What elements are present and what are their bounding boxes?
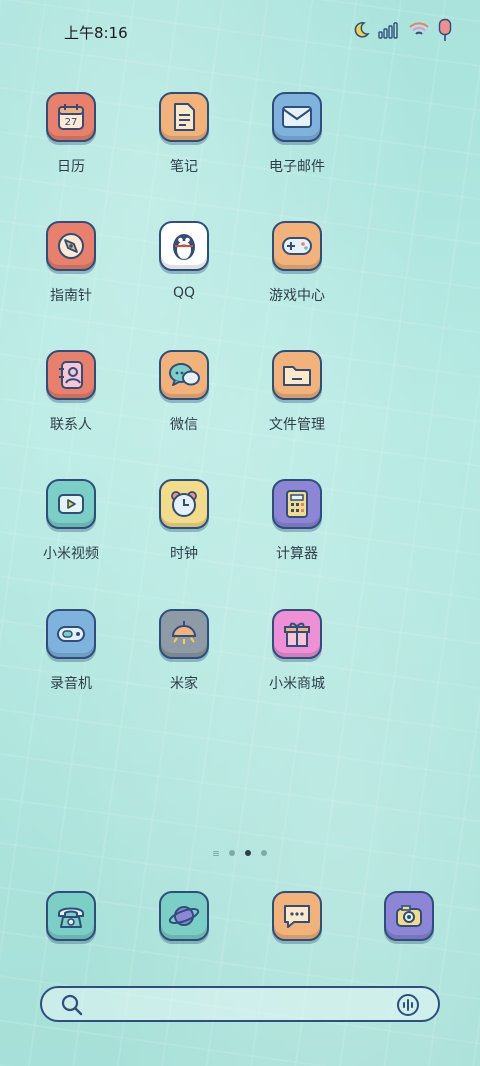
app-label: 录音机: [50, 676, 92, 692]
app-label: 笔记: [170, 159, 198, 175]
gift-icon: [272, 609, 322, 659]
compass-icon: [46, 221, 96, 271]
app-label: 米家: [170, 676, 198, 692]
app-label: 时钟: [170, 546, 198, 562]
folder-icon: [272, 350, 322, 400]
search-icon[interactable]: [60, 993, 84, 1017]
lamp-icon: [159, 609, 209, 659]
app-wechat[interactable]: 微信: [129, 350, 239, 434]
notes-icon: [159, 92, 209, 142]
page-dot-minus-one[interactable]: [213, 850, 219, 856]
app-label: 文件管理: [269, 417, 325, 433]
app-email[interactable]: 电子邮件: [242, 92, 352, 176]
wifi-icon: [409, 22, 429, 35]
recorder-icon: [46, 609, 96, 659]
app-label: 联系人: [50, 417, 92, 433]
video-icon: [46, 479, 96, 529]
page-indicator[interactable]: [0, 850, 480, 856]
app-clock[interactable]: 时钟: [129, 479, 239, 563]
signal-icon: [378, 22, 398, 39]
page-dot[interactable]: [261, 850, 267, 856]
app-notes[interactable]: 笔记: [129, 92, 239, 176]
status-time: 上午8:16: [64, 24, 128, 42]
dock-camera[interactable]: [354, 891, 464, 941]
mail-icon: [272, 92, 322, 142]
moon-icon: [354, 22, 370, 38]
app-label: 指南针: [50, 288, 92, 304]
app-label: 日历: [57, 159, 85, 175]
search-bar[interactable]: [40, 986, 440, 1022]
voice-search-icon[interactable]: [396, 993, 420, 1017]
messages-icon: [272, 891, 322, 941]
app-label: 小米商城: [269, 676, 325, 692]
calculator-icon: [272, 479, 322, 529]
dock-messages[interactable]: [242, 891, 352, 941]
app-mijia[interactable]: 米家: [129, 609, 239, 693]
app-recorder[interactable]: 录音机: [16, 609, 126, 693]
app-game-center[interactable]: 游戏中心: [242, 221, 352, 305]
camera-icon: [384, 891, 434, 941]
app-calendar[interactable]: 27 日历: [16, 92, 126, 176]
app-calculator[interactable]: 计算器: [242, 479, 352, 563]
chat-bubbles-icon: [159, 350, 209, 400]
calendar-icon: 27: [46, 92, 96, 142]
dock-browser[interactable]: [129, 891, 239, 941]
penguin-icon: [159, 221, 209, 271]
app-mi-store[interactable]: 小米商城: [242, 609, 352, 693]
battery-popsicle-icon: [438, 18, 452, 41]
app-label: 游戏中心: [269, 288, 325, 304]
clock-icon: [159, 479, 209, 529]
app-contacts[interactable]: 联系人: [16, 350, 126, 434]
page-dot[interactable]: [229, 850, 235, 856]
gamepad-icon: [272, 221, 322, 271]
app-qq[interactable]: QQ: [129, 221, 239, 301]
dock-phone[interactable]: [16, 891, 126, 941]
app-compass[interactable]: 指南针: [16, 221, 126, 305]
app-file-manager[interactable]: 文件管理: [242, 350, 352, 434]
app-label: 电子邮件: [269, 159, 325, 175]
app-label: QQ: [172, 285, 196, 301]
page-dot-current[interactable]: [245, 850, 251, 856]
calendar-day: 27: [65, 117, 78, 128]
phone-icon: [46, 891, 96, 941]
app-mi-video[interactable]: 小米视频: [16, 479, 126, 563]
contacts-icon: [46, 350, 96, 400]
status-bar: 上午8:16: [0, 0, 480, 62]
status-icons: [352, 18, 452, 42]
app-label: 小米视频: [43, 546, 99, 562]
browser-planet-icon: [159, 891, 209, 941]
app-label: 计算器: [276, 546, 318, 562]
app-label: 微信: [170, 417, 198, 433]
